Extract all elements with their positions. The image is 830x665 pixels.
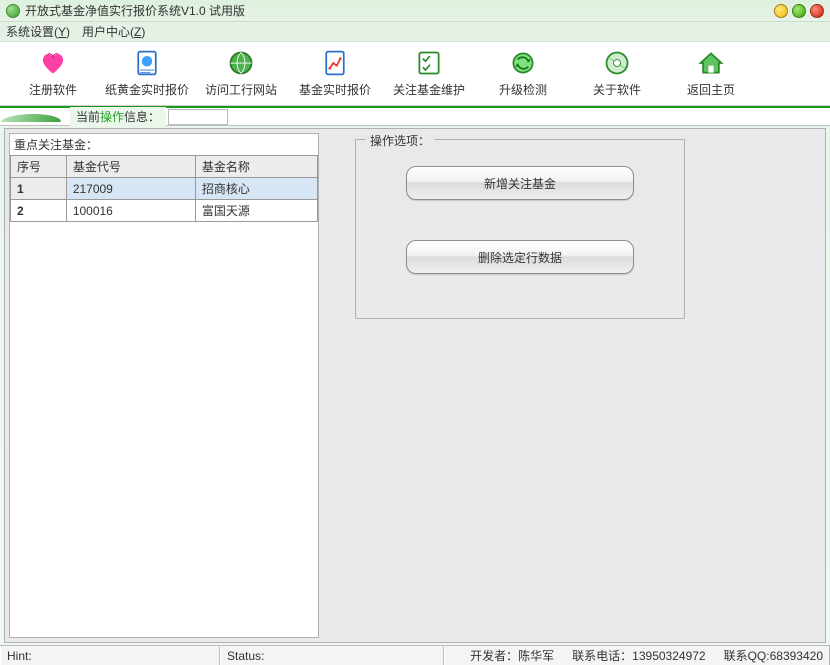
home-icon <box>697 49 725 77</box>
decorative-swoosh-icon <box>0 108 70 126</box>
menu-system-settings[interactable]: 系统设置(Y) <box>6 23 70 40</box>
menu-user-center[interactable]: 用户中心(Z) <box>82 23 145 40</box>
cell-seq: 2 <box>11 200 67 222</box>
toolbar-fund-maintain[interactable]: 关注基金维护 <box>384 45 474 102</box>
statusbar: Hint: Status: 开发者：陈华军 联系电话：13950324972 联… <box>0 645 830 665</box>
menubar: 系统设置(Y) 用户中心(Z) <box>0 22 830 42</box>
operation-pane: 操作选项： 新增关注基金 删除选定行数据 <box>323 133 821 638</box>
window-title: 开放式基金净值实行报价系统V1.0 试用版 <box>25 2 774 19</box>
fund-table[interactable]: 序号 基金代号 基金名称 1 217009 招商核心 2 100016 富国天源 <box>10 155 318 222</box>
maximize-button[interactable] <box>792 4 806 18</box>
document-chart-icon <box>321 49 349 77</box>
developer-label: 开发者：陈华军 <box>470 647 554 664</box>
operation-groupbox: 操作选项： 新增关注基金 删除选定行数据 <box>355 139 685 319</box>
titlebar[interactable]: 开放式基金净值实行报价系统V1.0 试用版 <box>0 0 830 22</box>
close-button[interactable] <box>810 4 824 18</box>
col-seq[interactable]: 序号 <box>11 156 67 178</box>
toolbar-upgrade-check[interactable]: 升级检测 <box>478 45 568 102</box>
document-money-icon <box>133 49 161 77</box>
checklist-icon <box>415 49 443 77</box>
toolbar-visit-icbc[interactable]: 访问工行网站 <box>196 45 286 102</box>
toolbar-home[interactable]: 返回主页 <box>666 45 756 102</box>
col-name[interactable]: 基金名称 <box>195 156 317 178</box>
globe-icon <box>227 49 255 77</box>
table-row[interactable]: 1 217009 招商核心 <box>11 178 318 200</box>
fund-list-pane: 重点关注基金： 序号 基金代号 基金名称 1 217009 招商核心 <box>9 133 319 638</box>
table-header-row: 序号 基金代号 基金名称 <box>11 156 318 178</box>
app-icon <box>6 4 20 18</box>
toolbar-gold-quote[interactable]: 纸黄金实时报价 <box>102 45 192 102</box>
cell-name: 招商核心 <box>195 178 317 200</box>
content-area: 重点关注基金： 序号 基金代号 基金名称 1 217009 招商核心 <box>4 128 826 643</box>
phone-label: 联系电话：13950324972 <box>572 647 705 664</box>
main-window: 开放式基金净值实行报价系统V1.0 试用版 系统设置(Y) 用户中心(Z) 注册… <box>0 0 830 665</box>
status-hint: Hint: <box>0 646 220 665</box>
window-controls <box>774 4 824 18</box>
cell-name: 富国天源 <box>195 200 317 222</box>
groupbox-legend: 操作选项： <box>366 132 434 149</box>
heart-icon <box>39 49 67 77</box>
delete-row-button[interactable]: 删除选定行数据 <box>406 240 634 274</box>
table-row[interactable]: 2 100016 富国天源 <box>11 200 318 222</box>
current-op-label: 当前操作信息： <box>70 107 166 126</box>
add-fund-button[interactable]: 新增关注基金 <box>406 166 634 200</box>
status-credits: 开发者：陈华军 联系电话：13950324972 联系QQ:68393420 <box>444 646 830 665</box>
col-code[interactable]: 基金代号 <box>66 156 195 178</box>
qq-label: 联系QQ:68393420 <box>724 647 823 664</box>
toolbar-register[interactable]: 注册软件 <box>8 45 98 102</box>
status-status: Status: <box>220 646 444 665</box>
minimize-button[interactable] <box>774 4 788 18</box>
cell-seq: 1 <box>11 178 67 200</box>
toolbar: 注册软件 纸黄金实时报价 访问工行网站 基金实时报价 关注基金维护 升级检测 关… <box>0 42 830 106</box>
toolbar-fund-quote[interactable]: 基金实时报价 <box>290 45 380 102</box>
disc-icon <box>603 49 631 77</box>
fund-list-title: 重点关注基金： <box>10 134 318 155</box>
toolbar-about[interactable]: 关于软件 <box>572 45 662 102</box>
refresh-globe-icon <box>509 49 537 77</box>
info-strip: 当前操作信息： <box>0 106 830 126</box>
current-op-value <box>168 109 228 125</box>
cell-code: 217009 <box>66 178 195 200</box>
cell-code: 100016 <box>66 200 195 222</box>
